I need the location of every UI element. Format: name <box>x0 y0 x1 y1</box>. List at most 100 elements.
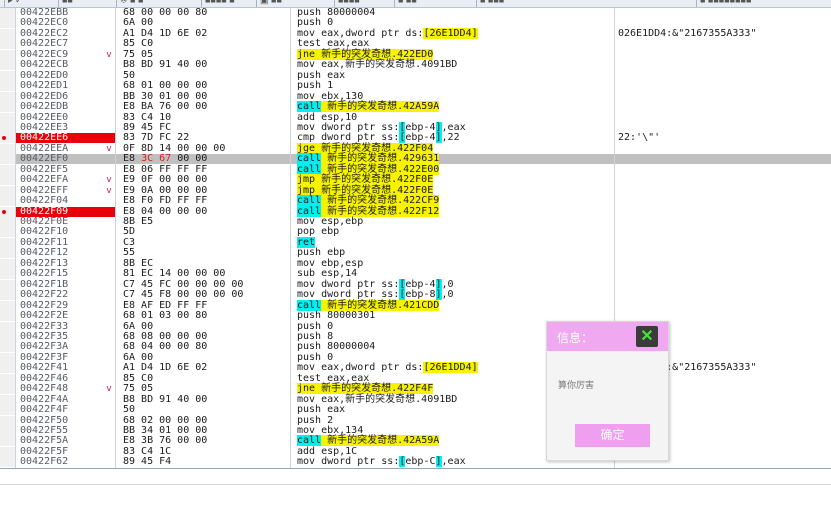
breakpoint-gutter[interactable] <box>0 269 15 279</box>
disasm-row[interactable]: 00422F22 C7 45 F8 00 00 00 00 mov dword pt… <box>0 289 831 300</box>
disasm-row[interactable]: 00422EDB E8 BA 76 00 00 call 新手的突发奇想.42A59… <box>0 101 831 112</box>
instruction-cell: call 新手的突发奇想.429631 <box>297 153 615 164</box>
instruction-token: push 0 <box>297 17 334 28</box>
breakpoint-gutter[interactable] <box>0 29 15 39</box>
disasm-row[interactable]: 00422F48 v 75 05 jne 新手的突发奇想.422F4F <box>0 383 831 394</box>
disasm-row[interactable]: 00422EF0 E8 3C 67 00 00 call 新手的突发奇想.42963… <box>0 153 831 164</box>
breakpoint-gutter[interactable] <box>0 39 15 49</box>
disasm-row[interactable]: 00422EE6 83 7D FC 22 cmp dword ptr ss:[ebp… <box>0 132 831 143</box>
breakpoint-gutter[interactable] <box>0 113 15 123</box>
disasm-row[interactable]: 00422F4F 50 push eax <box>0 405 831 415</box>
instruction-token: mov eax,新手的突发奇想.4091BD <box>297 59 458 70</box>
breakpoint-gutter[interactable] <box>0 227 15 237</box>
address-cell: 00422F5A <box>20 435 69 446</box>
toolbar-button[interactable]: ■■■■ ■ <box>205 0 235 5</box>
breakpoint-gutter[interactable] <box>0 207 15 217</box>
disasm-row[interactable]: 00422ED1 68 01 00 00 00 push 1 <box>0 81 831 91</box>
disasm-row[interactable]: 00422F2E 68 01 03 00 80 push 80000301 <box>0 311 831 321</box>
breakpoint-gutter[interactable] <box>0 353 15 363</box>
breakpoint-gutter[interactable] <box>0 436 15 446</box>
bytes-cell: B8 BD 91 40 00 <box>123 59 208 70</box>
breakpoint-gutter[interactable] <box>0 248 15 258</box>
breakpoint-gutter[interactable] <box>0 92 15 102</box>
ok-button[interactable]: 确定 <box>575 424 650 447</box>
instruction-cell: mov eax,新手的突发奇想.4091BD <box>297 60 615 70</box>
close-icon[interactable]: ✕ <box>636 326 658 347</box>
breakpoint-gutter[interactable] <box>0 447 15 457</box>
jump-arrow-icon: v <box>106 186 112 196</box>
address-cell: 00422F12 <box>20 247 69 258</box>
toolbar-button[interactable]: ■ ■■ <box>398 0 417 5</box>
disasm-row[interactable]: 00422F3A 68 04 00 00 80 push 80000004 <box>0 342 831 352</box>
instruction-cell: push ebp <box>297 248 615 258</box>
breakpoint-gutter[interactable] <box>0 363 15 373</box>
jump-arrow-icon: v <box>106 50 112 60</box>
breakpoint-gutter[interactable] <box>0 457 15 467</box>
breakpoint-gutter[interactable] <box>0 60 15 70</box>
breakpoint-gutter[interactable] <box>0 332 15 342</box>
disasm-row[interactable]: 00422F12 55 push ebp <box>0 248 831 258</box>
breakpoint-gutter[interactable] <box>0 81 15 91</box>
toolbar: ▸ ✓ ■■ ※ ■ ■ ■■■■ ■ ▣ ■■ ■■■■ ■ ■■ ■ ■■■ ■ ■■■■■… <box>0 0 831 8</box>
breakpoint-gutter[interactable] <box>0 217 15 227</box>
breakpoint-gutter[interactable] <box>0 165 15 175</box>
instruction-cell: cmp dword ptr ss:[ebp-4],22 <box>297 132 615 143</box>
breakpoint-gutter[interactable] <box>0 8 15 18</box>
breakpoint-gutter[interactable] <box>0 416 15 426</box>
disasm-row[interactable]: 00422F15 81 EC 14 00 00 00 sub esp,14 <box>0 269 831 279</box>
column-divider <box>290 8 291 468</box>
breakpoint-gutter[interactable] <box>0 395 15 405</box>
toolbar-button[interactable]: ▣ ■■ <box>260 0 282 5</box>
breakpoint-gutter[interactable] <box>0 50 15 60</box>
breakpoint-gutter[interactable] <box>0 154 15 164</box>
instruction-token: mov eax,dword ptr <box>297 362 406 373</box>
breakpoint-gutter[interactable] <box>0 144 15 154</box>
breakpoint-gutter[interactable] <box>0 426 15 436</box>
toolbar-button[interactable]: ▸ ✓ <box>8 0 23 5</box>
disasm-row[interactable]: 00422F41 A1 D4 1D 6E 02 mov eax,dword ptr … <box>0 362 831 373</box>
breakpoint-gutter[interactable] <box>0 186 15 196</box>
breakpoint-gutter[interactable] <box>0 123 15 133</box>
disassembly-view[interactable]: 00422EBB 68 00 00 00 80 push 80000004 00422… <box>0 8 831 468</box>
breakpoint-gutter[interactable] <box>0 290 15 300</box>
toolbar-button[interactable]: ■ ■■■■■■■■ <box>700 0 751 5</box>
breakpoint-gutter[interactable] <box>0 342 15 352</box>
disasm-row[interactable]: 00422EC0 6A 00 push 0 <box>0 18 831 28</box>
disasm-row[interactable]: 00422EFA v E9 0F 00 00 00 jmp 新手的突发奇想.422F0… <box>0 174 831 185</box>
breakpoint-gutter[interactable] <box>0 311 15 321</box>
breakpoint-gutter[interactable] <box>0 280 15 290</box>
disasm-row[interactable]: 00422EC7 85 C0 test eax,eax <box>0 39 831 49</box>
breakpoint-gutter[interactable] <box>0 259 15 269</box>
disasm-row[interactable]: 00422F10 5D pop ebp <box>0 227 831 237</box>
instruction-cell: test eax,eax <box>297 39 615 49</box>
disasm-row[interactable]: 00422F5A E8 3B 76 00 00 call 新手的突发奇想.42A59… <box>0 435 831 446</box>
breakpoint-gutter[interactable] <box>0 301 15 311</box>
breakpoint-gutter[interactable] <box>0 102 15 112</box>
toolbar-separator <box>58 0 59 7</box>
breakpoint-gutter[interactable] <box>0 133 15 143</box>
breakpoint-gutter[interactable] <box>0 71 15 81</box>
bytes-cell: 83 7D FC 22 <box>123 132 190 143</box>
breakpoint-gutter[interactable] <box>0 238 15 248</box>
toolbar-button[interactable]: ■■ <box>62 0 73 5</box>
dialog-header[interactable]: 信息： ✕ <box>547 322 668 351</box>
disasm-row[interactable]: 00422F04 E8 F0 FD FF FF call 新手的突发奇想.422CF… <box>0 195 831 206</box>
instruction-token: ,eax <box>441 456 466 467</box>
breakpoint-gutter[interactable] <box>0 322 15 332</box>
disasm-row[interactable]: 00422ECB B8 BD 91 40 00 mov eax,新手的突发奇想.40… <box>0 60 831 70</box>
breakpoint-gutter[interactable] <box>0 175 15 185</box>
address-cell: 00422EFA <box>20 174 69 185</box>
toolbar-button[interactable]: ■■■■ <box>338 0 360 5</box>
toolbar-button[interactable]: ■ ■■■ <box>480 0 504 5</box>
breakpoint-gutter[interactable] <box>0 18 15 28</box>
breakpoint-gutter[interactable] <box>0 196 15 206</box>
bytes-cell: E8 F0 FD FF FF <box>123 195 208 206</box>
breakpoint-gutter[interactable] <box>0 384 15 394</box>
byte-token: 3C <box>135 153 154 164</box>
breakpoint-gutter[interactable] <box>0 405 15 415</box>
toolbar-button[interactable]: ※ ■ ■ <box>120 0 143 5</box>
disasm-row[interactable]: 00422F62 89 45 F4 mov dword ptr ss:[ebp-C]… <box>0 456 831 467</box>
breakpoint-gutter[interactable] <box>0 374 15 384</box>
instruction-token: jne 新手的突发奇想.422F4F <box>297 383 434 394</box>
instruction-cell: pop ebp <box>297 227 615 237</box>
